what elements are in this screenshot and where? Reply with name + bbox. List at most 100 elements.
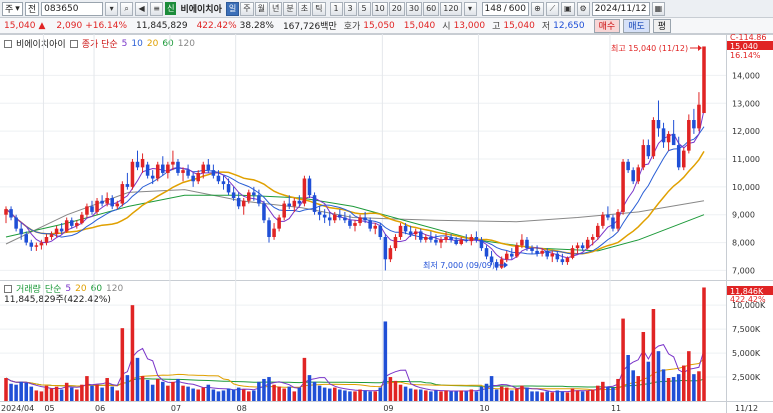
candle-body [110, 198, 114, 207]
candle-body [90, 206, 94, 212]
candle-body [429, 237, 433, 240]
volume-bar [601, 381, 605, 401]
volume-bar [540, 392, 544, 401]
volume-bar [29, 386, 34, 401]
candle-body [383, 237, 388, 260]
candle-body [596, 225, 600, 237]
candle-body [469, 237, 474, 242]
x-tick-label: 06 [95, 404, 105, 413]
volume-bar [580, 391, 585, 401]
volume-bar [671, 377, 676, 401]
price-tick-label: 14,000 [732, 71, 760, 80]
volume-bar [196, 389, 200, 401]
candle-body [145, 164, 150, 176]
volume-bar [368, 391, 372, 401]
stock-chart[interactable]: C-114.86 15,040 16.14% 최고 15,040 (11/12)… [0, 0, 773, 413]
volume-bar [171, 381, 175, 401]
candle-body [535, 250, 539, 254]
candle-body [651, 120, 656, 157]
candle-body [85, 206, 89, 215]
candle-body [135, 161, 140, 168]
candle-body [201, 164, 206, 173]
candle-body [155, 164, 160, 179]
candle-body [353, 223, 357, 226]
candle-body [520, 239, 524, 246]
volume-bar [332, 387, 337, 401]
volume-bar [504, 387, 509, 401]
candle-body [292, 200, 297, 207]
candle-body [161, 164, 165, 173]
volume-bar [621, 318, 625, 401]
candle-body [697, 104, 701, 129]
candle-body [317, 211, 322, 215]
volume-bar [338, 389, 342, 401]
candle-body [348, 220, 352, 226]
candle-body [661, 128, 666, 143]
volume-bar [489, 376, 494, 401]
candle-body [236, 198, 241, 207]
candle-body [54, 228, 59, 235]
volume-bar [383, 321, 388, 401]
volume-bars [4, 287, 706, 401]
volume-bar [150, 384, 155, 401]
candle-body [692, 120, 696, 129]
candle-body [611, 217, 615, 229]
candle-body [247, 192, 251, 201]
candle-body [363, 217, 367, 221]
volume-bar [206, 384, 211, 401]
volume-bar [484, 383, 489, 401]
candle-body [69, 220, 74, 226]
candle-body [267, 220, 271, 237]
candle-body [44, 237, 49, 243]
x-tick-label: 10 [479, 404, 489, 413]
candle-body [130, 161, 135, 187]
candle-body [671, 133, 676, 146]
candle-body [499, 259, 504, 268]
price-tick-label: 9,000 [732, 211, 755, 220]
volume-bar [282, 388, 286, 401]
candle-body [606, 214, 610, 218]
volume-bar [272, 384, 276, 401]
candle-body [75, 223, 79, 226]
volume-bar [550, 392, 555, 401]
volume-bar [49, 388, 54, 401]
volume-bar [322, 387, 327, 401]
volume-bar [429, 391, 433, 401]
volume-bar [64, 382, 69, 401]
volume-bar [555, 390, 560, 401]
candle-body [626, 161, 630, 171]
volume-bar [161, 381, 165, 401]
min-arrow-head-icon [504, 262, 508, 268]
price-tick-label: 11,000 [732, 155, 760, 164]
volume-bar [535, 391, 539, 401]
volume-bar [39, 391, 44, 401]
candle-body [257, 195, 261, 204]
volume-bar [327, 388, 332, 401]
candle-body [464, 239, 469, 242]
candles [4, 46, 706, 271]
candle-body [413, 231, 418, 235]
candle-body [545, 250, 549, 257]
volume-bar [4, 378, 8, 401]
volume-bar [681, 365, 686, 401]
candle-body [504, 253, 509, 260]
candle-body [4, 209, 8, 215]
candle-body [216, 175, 221, 182]
volume-bar [626, 355, 630, 401]
volume-tick-label: 2,500K [732, 373, 761, 382]
candle-body [186, 170, 190, 176]
candle-body [332, 214, 337, 221]
price-tick-label: 7,000 [732, 266, 755, 275]
volume-bar [388, 377, 393, 401]
volume-bar [231, 389, 236, 401]
volume-bar [241, 389, 246, 401]
volume-bar [176, 378, 180, 401]
candle-body [322, 214, 327, 218]
volume-bar [44, 385, 49, 401]
candle-body [408, 231, 413, 235]
candle-body [105, 198, 109, 204]
top-label: C-114.86 [730, 33, 766, 42]
candle-body [393, 237, 398, 249]
volume-bar [363, 390, 367, 401]
candle-body [221, 181, 226, 185]
